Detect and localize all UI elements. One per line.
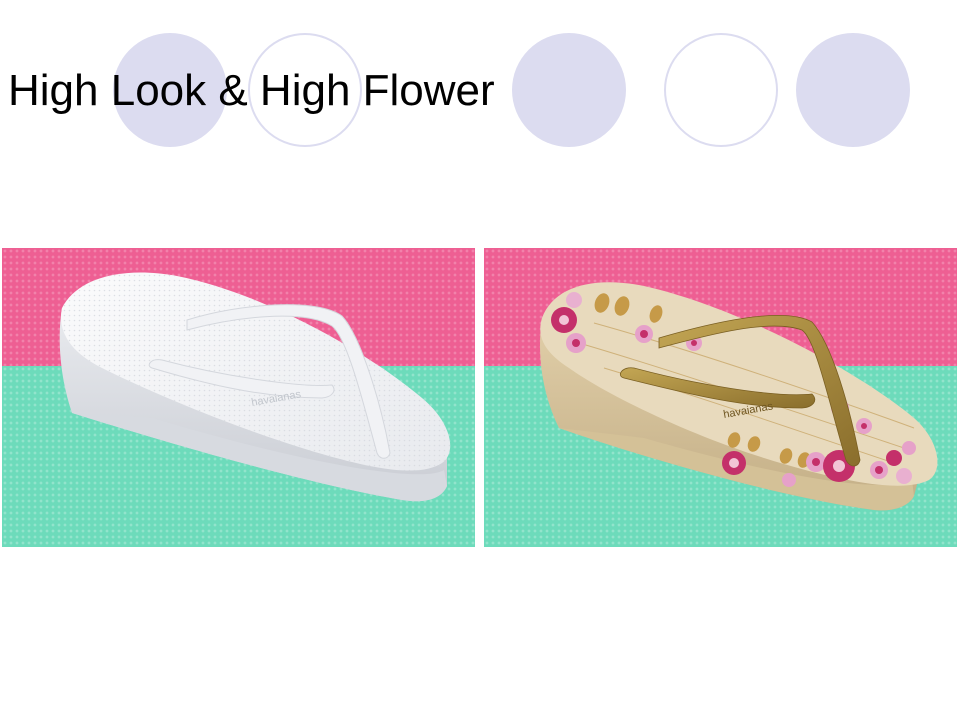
decorative-circle — [796, 33, 910, 147]
white-wedge-sandal-image: havaianas — [59, 272, 451, 502]
flower-wedge-sandal-image: havaianas — [539, 282, 938, 511]
product-photo-high-look: havaianas — [2, 248, 475, 547]
product-photo-high-flower: havaianas — [484, 248, 957, 547]
slide-title: High Look & High Flower — [8, 66, 495, 115]
decorative-circle — [512, 33, 626, 147]
decorative-circle — [664, 33, 778, 147]
